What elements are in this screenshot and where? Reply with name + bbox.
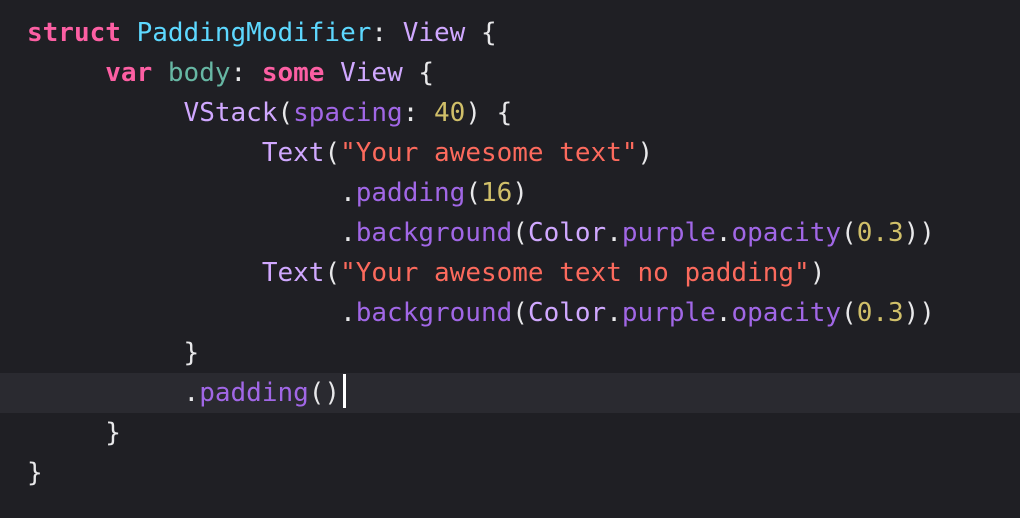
code-token-project-member: spacing xyxy=(293,98,403,128)
code-token-plain: } xyxy=(183,338,200,368)
code-token-plain: : xyxy=(371,18,403,48)
code-token-keyword: struct xyxy=(27,18,121,48)
code-token-project-member: purple xyxy=(621,218,716,248)
code-token-plain: . xyxy=(340,298,356,328)
code-token-plain: ( xyxy=(841,218,857,248)
code-token-plain: )) xyxy=(903,298,935,328)
code-line[interactable]: .padding() xyxy=(0,373,1020,413)
code-line[interactable]: } xyxy=(0,333,1020,373)
code-token-project-member: padding xyxy=(199,378,309,408)
code-token-type: Color xyxy=(527,298,607,328)
code-token-type: View xyxy=(340,58,403,88)
code-token-project-member: padding xyxy=(355,178,466,208)
code-token-project-member: opacity xyxy=(731,218,842,248)
code-token-plain: ( xyxy=(277,98,294,128)
code-token-plain: . xyxy=(715,298,732,328)
code-token-plain: ( xyxy=(465,178,481,208)
code-token-number: 0.3 xyxy=(856,218,904,248)
code-line[interactable]: .background(Color.purple.opacity(0.3)) xyxy=(0,213,1020,253)
code-token-plain: () xyxy=(308,378,341,408)
code-line[interactable]: VStack(spacing: 40) { xyxy=(0,93,1020,133)
code-token-type: Text xyxy=(261,138,325,168)
code-token-type: View xyxy=(402,18,466,48)
code-line[interactable]: .padding(16) xyxy=(0,173,1020,213)
code-token-number: 40 xyxy=(434,98,466,128)
code-token-plain: ( xyxy=(512,298,528,328)
code-token-project-member: purple xyxy=(621,298,716,328)
code-token-plain: } xyxy=(105,418,121,448)
code-token-plain: . xyxy=(340,218,356,248)
code-token-string: "Your awesome text" xyxy=(340,138,638,168)
code-token-plain: ) { xyxy=(465,98,513,128)
code-token-plain: . xyxy=(606,298,622,328)
code-token-type-decl: PaddingModifier xyxy=(136,18,372,48)
code-token-project-member: background xyxy=(355,218,513,248)
code-token-plain: ( xyxy=(841,298,857,328)
code-token-property: body xyxy=(167,58,231,88)
code-token-type: VStack xyxy=(183,98,278,128)
code-token-plain: { xyxy=(465,18,497,48)
code-token-plain: ( xyxy=(512,218,528,248)
code-token-type: Text xyxy=(261,258,325,288)
code-line[interactable]: struct PaddingModifier: View { xyxy=(0,13,1020,53)
code-token-plain: : xyxy=(402,98,435,128)
text-cursor xyxy=(343,374,347,408)
code-token-plain: . xyxy=(606,218,622,248)
code-line[interactable]: } xyxy=(0,453,1020,493)
code-token-type: Color xyxy=(527,218,607,248)
code-token-project-member: background xyxy=(355,298,513,328)
code-token-keyword: some xyxy=(261,58,325,88)
code-token-plain: . xyxy=(715,218,732,248)
code-token-plain: { xyxy=(402,58,435,88)
code-token-number: 0.3 xyxy=(856,298,904,328)
code-token-plain: : xyxy=(230,58,262,88)
code-token-plain: ) xyxy=(512,178,528,208)
code-line[interactable]: var body: some View { xyxy=(0,53,1020,93)
code-line[interactable]: Text("Your awesome text no padding") xyxy=(0,253,1020,293)
code-line[interactable]: } xyxy=(0,413,1020,453)
code-token-plain: )) xyxy=(903,218,935,248)
code-token-number: 16 xyxy=(480,178,513,208)
code-token-plain: } xyxy=(27,458,43,488)
code-token-plain: ) xyxy=(637,138,654,168)
code-line[interactable]: Text("Your awesome text") xyxy=(0,133,1020,173)
code-token-keyword: var xyxy=(105,58,153,88)
code-token-plain: . xyxy=(340,178,356,208)
code-token-string: "Your awesome text no padding" xyxy=(340,258,810,288)
code-token-plain: ) xyxy=(809,258,826,288)
code-token-project-member: opacity xyxy=(731,298,842,328)
code-editor[interactable]: struct PaddingModifier: View { var body:… xyxy=(0,0,1020,518)
code-token-plain: ( xyxy=(324,258,341,288)
code-token-plain: . xyxy=(183,378,200,408)
code-token-plain: ( xyxy=(324,138,341,168)
code-line[interactable]: .background(Color.purple.opacity(0.3)) xyxy=(0,293,1020,333)
